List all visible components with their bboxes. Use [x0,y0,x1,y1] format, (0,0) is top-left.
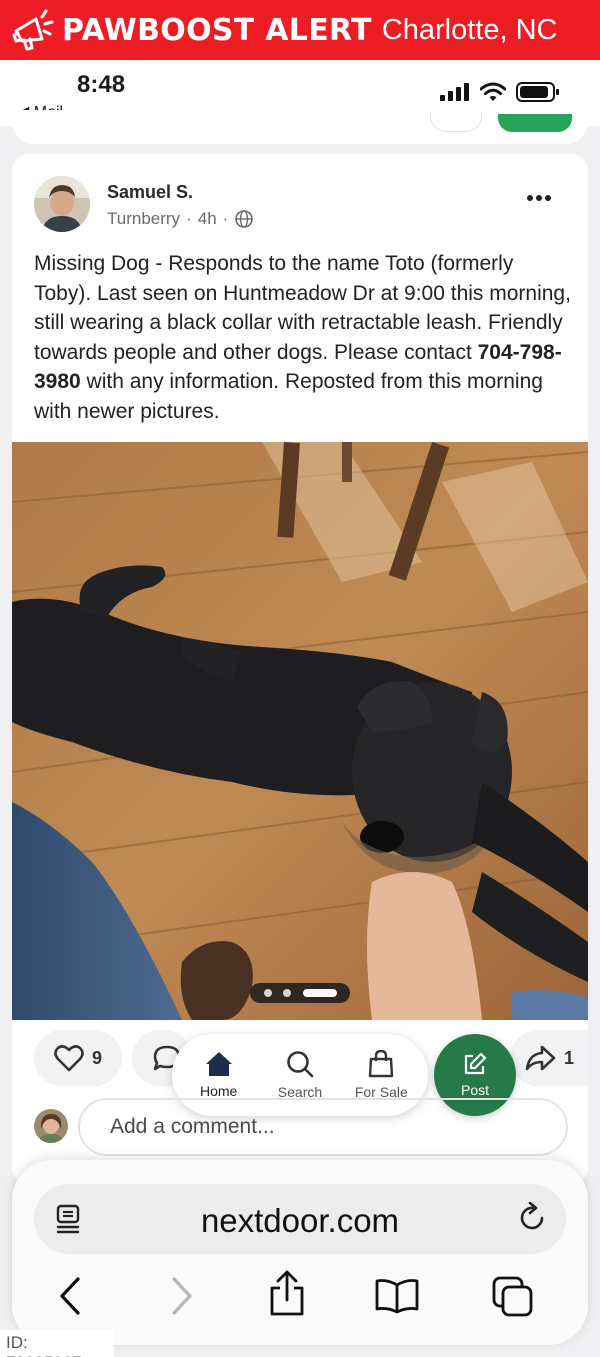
user-avatar [34,1109,68,1143]
post-meta: Turnberry · 4h · [107,209,254,229]
reload-icon[interactable] [518,1202,548,1234]
meta-separator: · [222,209,229,228]
previous-card-button[interactable] [430,112,482,132]
nav-home-label: Home [199,1083,238,1099]
banner-city: Charlotte, NC [381,13,558,46]
home-icon [205,1052,232,1076]
more-options-icon[interactable] [526,194,552,202]
previous-card-green-button[interactable] [498,114,572,132]
battery-icon [516,82,559,102]
post-card: Samuel S. Turnberry · 4h · Missing Dog -… [12,154,588,1184]
megaphone-icon [12,9,54,51]
nav-home[interactable]: Home [184,1051,254,1099]
share-button[interactable]: 1 [510,1030,588,1086]
nav-for-sale[interactable]: For Sale [346,1050,416,1100]
post-text-part-2: with any information. Reposted from this… [34,370,543,423]
forward-chevron-icon[interactable] [170,1276,194,1316]
post-button-label: Post [460,1082,489,1098]
back-chevron-icon[interactable] [58,1276,82,1316]
status-icons [440,82,560,102]
address-bar[interactable]: nextdoor.com [34,1184,566,1254]
author-name[interactable]: Samuel S. [107,182,193,203]
author-neighborhood[interactable]: Turnberry [107,209,180,229]
comment-placeholder: Add a comment... [110,1115,275,1138]
compose-icon [464,1052,487,1075]
pawboost-alert-banner: PAWBOOST ALERT Charlotte, NC [0,0,600,60]
like-count: 9 [91,1047,102,1068]
image-id-watermark: ID: 73035967 [0,1330,114,1357]
comment-input[interactable]: Add a comment... [78,1098,568,1156]
post-body: Missing Dog - Responds to the name Toto … [34,249,574,426]
author-avatar[interactable] [34,176,90,232]
bookmarks-icon[interactable] [374,1278,420,1314]
dog-photo-image [12,442,588,1020]
shopping-bag-icon [369,1050,394,1078]
heart-icon [54,1045,84,1072]
nav-search[interactable]: Search [265,1050,335,1100]
meta-separator: · [186,209,192,228]
status-time: 8:48 [77,71,126,98]
like-button[interactable]: 9 [34,1030,122,1086]
wifi-icon [480,82,506,101]
address-domain: nextdoor.com [200,1202,400,1239]
search-icon [287,1051,314,1078]
banner-brand: PAWBOOST ALERT [62,12,372,48]
tabs-icon[interactable] [492,1276,534,1318]
globe-icon [235,210,254,228]
share-count: 1 [563,1047,574,1068]
post-age: 4h [197,209,217,228]
previous-post-card-remnant [12,110,588,144]
share-arrow-icon [525,1045,556,1071]
post-photo[interactable] [12,442,588,1020]
cellular-signal-icon [440,83,469,101]
share-icon[interactable] [268,1270,306,1318]
browser-toolbar: nextdoor.com [12,1160,588,1345]
